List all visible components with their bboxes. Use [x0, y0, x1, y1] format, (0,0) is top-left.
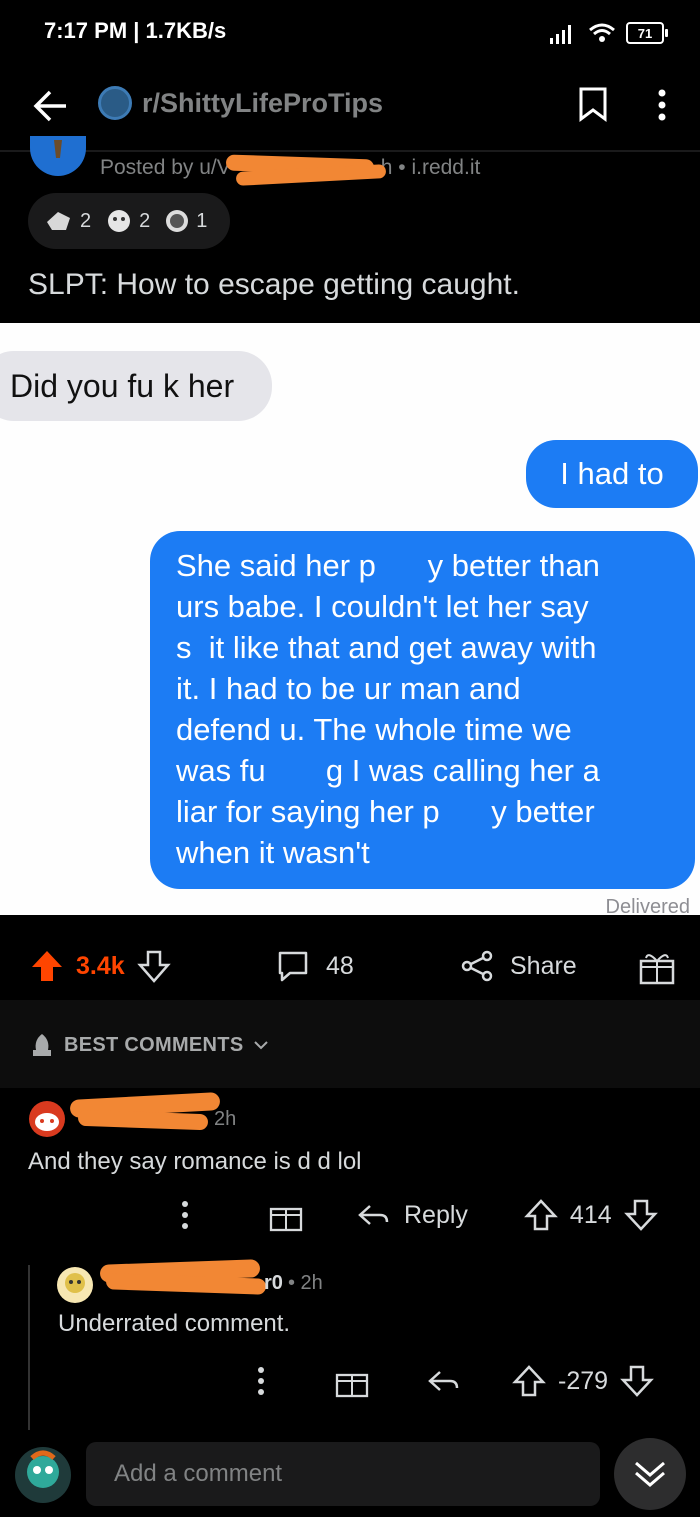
- silver-award-icon: [164, 208, 190, 234]
- add-comment-input[interactable]: Add a comment: [86, 1442, 600, 1506]
- comments-button[interactable]: 48: [276, 949, 354, 983]
- subreddit-icon: [98, 86, 132, 120]
- upvote-arrow-icon[interactable]: [524, 1198, 558, 1232]
- post-vote-count: 3.4k: [76, 951, 125, 980]
- scroll-down-button[interactable]: [614, 1438, 686, 1510]
- comment-actions: Reply 414: [180, 1198, 658, 1232]
- double-chevron-down-icon: [632, 1459, 668, 1489]
- header-divider: [0, 150, 700, 152]
- message-line: it. I had to be ur man and: [176, 671, 521, 706]
- wholesome-award-icon: [105, 208, 133, 234]
- comment-2: r0 • 2h Underrated comment. -279: [0, 1258, 700, 1428]
- chevron-down-icon: [253, 1039, 269, 1051]
- avatar[interactable]: [56, 1266, 94, 1304]
- wifi-icon: [588, 22, 616, 44]
- award-2: 2: [105, 208, 150, 234]
- comment-age: 2h: [214, 1108, 237, 1130]
- award-3: 1: [164, 208, 207, 234]
- sort-label: BEST COMMENTS: [64, 1033, 244, 1056]
- reply-arrow-icon[interactable]: [426, 1368, 460, 1394]
- message-line: urs babe. I couldn't let her say: [176, 589, 589, 624]
- award-count: 2: [139, 209, 151, 232]
- award-gift-icon[interactable]: [268, 1198, 304, 1232]
- message-line: when it wasn't: [176, 835, 370, 870]
- more-vertical-icon[interactable]: [656, 88, 668, 122]
- comment-bubble-icon: [276, 949, 310, 983]
- comment-composer: Add a comment: [0, 1430, 700, 1517]
- snoo-avatar-icon[interactable]: [28, 1100, 66, 1138]
- battery-icon: 71: [626, 22, 668, 44]
- message-line: s it like that and get away with: [176, 630, 597, 665]
- award-1: 2: [44, 208, 91, 234]
- message-line: liar for saying her p y better: [176, 794, 595, 829]
- outgoing-message-2: She said her p y better than urs babe. I…: [150, 531, 695, 889]
- upvote-arrow-icon[interactable]: [30, 949, 64, 983]
- status-icons: 71: [548, 18, 668, 48]
- award-gift-icon[interactable]: [638, 949, 676, 985]
- reply-arrow-icon: [356, 1202, 390, 1228]
- reply-button[interactable]: Reply: [356, 1201, 468, 1230]
- awards-pill[interactable]: 2 2 1: [28, 193, 230, 249]
- share-button[interactable]: Share: [460, 949, 577, 983]
- author-avatar[interactable]: [30, 136, 86, 176]
- sort-selector[interactable]: BEST COMMENTS: [30, 1032, 269, 1058]
- posted-by-prefix: Posted by u/V: [100, 156, 231, 179]
- comment-actions: -279: [256, 1364, 654, 1398]
- status-time: 7:17 PM | 1.7KB/s: [44, 18, 227, 43]
- share-icon: [460, 949, 494, 983]
- message-line: She said her p y better than: [176, 548, 600, 583]
- subreddit-link[interactable]: r/ShittyLifeProTips: [98, 86, 383, 120]
- post-age-source: h • i.redd.it: [380, 156, 481, 179]
- message-line: was fu g I was calling her a: [176, 753, 600, 788]
- post-image[interactable]: Did you fu k her I had to She said her p…: [0, 323, 700, 915]
- outgoing-message-1: I had to: [526, 440, 698, 508]
- status-bar: 7:17 PM | 1.7KB/s 71: [0, 0, 700, 66]
- comment-vote-count: -279: [558, 1366, 609, 1395]
- upvote-arrow-icon[interactable]: [512, 1364, 546, 1398]
- delivered-label: Delivered: [605, 896, 690, 915]
- comment-age: • 2h: [288, 1272, 323, 1294]
- comment-1: 2h And they say romance is d d lol Reply…: [0, 1088, 700, 1258]
- more-vertical-icon[interactable]: [256, 1366, 266, 1396]
- message-line: defend u. The whole time we: [176, 712, 572, 747]
- post-action-bar: 3.4k 48 Share: [0, 935, 700, 1000]
- post-title: SLPT: How to escape getting caught.: [28, 268, 520, 301]
- user-avatar[interactable]: [14, 1446, 72, 1504]
- comment-body: And they say romance is d d lol: [28, 1148, 362, 1175]
- downvote-arrow-icon[interactable]: [620, 1364, 654, 1398]
- redaction-mark: [77, 1109, 209, 1131]
- bookmark-icon[interactable]: [578, 86, 608, 122]
- award-count: 1: [196, 209, 208, 232]
- award-gift-icon[interactable]: [334, 1364, 370, 1398]
- downvote-arrow-icon[interactable]: [136, 949, 171, 983]
- comment-vote-count: 414: [569, 1200, 612, 1229]
- vote-group: 3.4k: [30, 949, 171, 983]
- back-arrow-icon[interactable]: [30, 86, 70, 126]
- incoming-message: Did you fu k her: [0, 351, 272, 421]
- comment-author[interactable]: r0: [264, 1272, 283, 1295]
- signal-icon: [548, 22, 578, 44]
- more-vertical-icon[interactable]: [180, 1200, 220, 1230]
- hand-award-icon: [44, 208, 74, 234]
- subreddit-name: r/ShittyLifeProTips: [142, 87, 384, 118]
- reply-label: Reply: [404, 1200, 468, 1229]
- award-count: 2: [80, 209, 92, 232]
- post-header: r/ShittyLifeProTips: [0, 66, 700, 152]
- comment-count: 48: [326, 951, 354, 980]
- downvote-arrow-icon[interactable]: [623, 1198, 658, 1232]
- comment-body: Underrated comment.: [58, 1310, 291, 1337]
- comment-sort-bar[interactable]: BEST COMMENTS: [0, 1000, 700, 1088]
- rocket-icon: [30, 1032, 54, 1058]
- share-label: Share: [510, 951, 577, 980]
